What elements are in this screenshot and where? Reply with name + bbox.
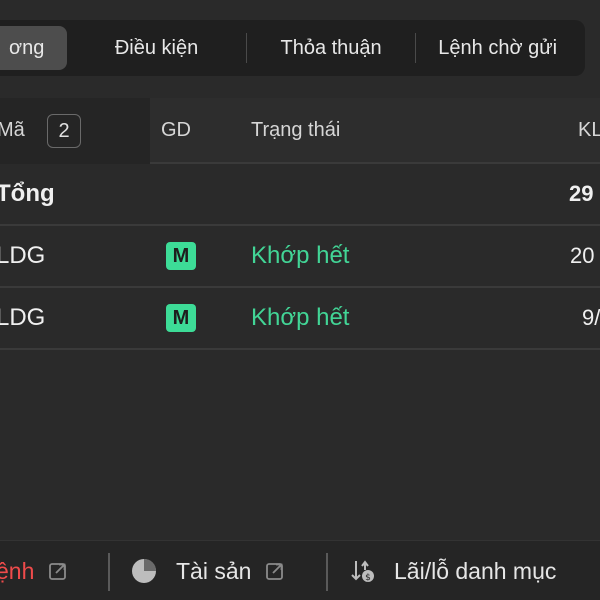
tab-label: Lệnh chờ gửi	[438, 36, 558, 59]
svg-text:$: $	[365, 573, 371, 583]
table-row-total: Tổng 29	[0, 164, 600, 226]
tab-label: ơng	[8, 36, 45, 59]
sort-dollar-icon: $	[351, 560, 374, 583]
pnl-label: Lãi/lỗ danh mục	[394, 557, 557, 584]
table-row[interactable]: LDG M Khớp hết 9/	[0, 288, 600, 350]
external-link-icon	[49, 563, 67, 580]
total-label: Tổng	[0, 180, 55, 207]
order-status: Khớp hết	[251, 304, 350, 331]
order-quantity: 9/	[582, 305, 600, 330]
stock-code: LDG	[0, 304, 46, 331]
assets-label: Tài sản	[176, 557, 252, 584]
tab-pending-orders[interactable]: Lệnh chờ gửi	[416, 26, 579, 70]
col-code-header[interactable]: Mã	[0, 98, 25, 162]
total-quantity: 29	[569, 181, 594, 206]
orders-link[interactable]: ệnh	[0, 541, 68, 600]
order-count-badge: 2	[47, 114, 81, 148]
exchange-badge: M	[166, 304, 196, 332]
bottom-action-bar: ệnh Tài sản $ Lãi/lỗ danh mục	[0, 540, 600, 600]
pie-chart-icon	[132, 559, 156, 583]
tab-normal-orders[interactable]: ơng	[0, 26, 68, 70]
tab-label: Điều kiện	[114, 36, 199, 59]
order-status: Khớp hết	[251, 242, 350, 269]
order-quantity: 20	[570, 243, 595, 268]
stock-code: LDG	[0, 242, 46, 269]
tab-negotiated[interactable]: Thỏa thuận	[247, 26, 416, 70]
col-quantity-header[interactable]: KL	[578, 98, 600, 162]
table-header: Mã 2 GD Trạng thái KL	[0, 98, 600, 164]
order-type-tabs: ơng Điều kiện Thỏa thuận Lệnh chờ gửi	[0, 20, 585, 76]
tab-conditional[interactable]: Điều kiện	[67, 26, 246, 70]
tab-label: Thỏa thuận	[280, 36, 382, 59]
table-row[interactable]: LDG M Khớp hết 20	[0, 226, 600, 288]
assets-link[interactable]: Tài sản	[130, 541, 285, 600]
order-table: Mã 2 GD Trạng thái KL Tổng 29 LDG M Khớp…	[0, 98, 600, 350]
bottom-divider	[326, 553, 328, 591]
exchange-badge: M	[166, 242, 196, 270]
col-exchange-header[interactable]: GD	[161, 98, 191, 162]
col-status-header[interactable]: Trạng thái	[251, 98, 340, 162]
bottom-divider	[108, 553, 110, 591]
orders-label: ệnh	[0, 557, 35, 584]
pnl-portfolio-link[interactable]: $ Lãi/lỗ danh mục	[350, 541, 556, 600]
external-link-icon	[266, 563, 284, 580]
